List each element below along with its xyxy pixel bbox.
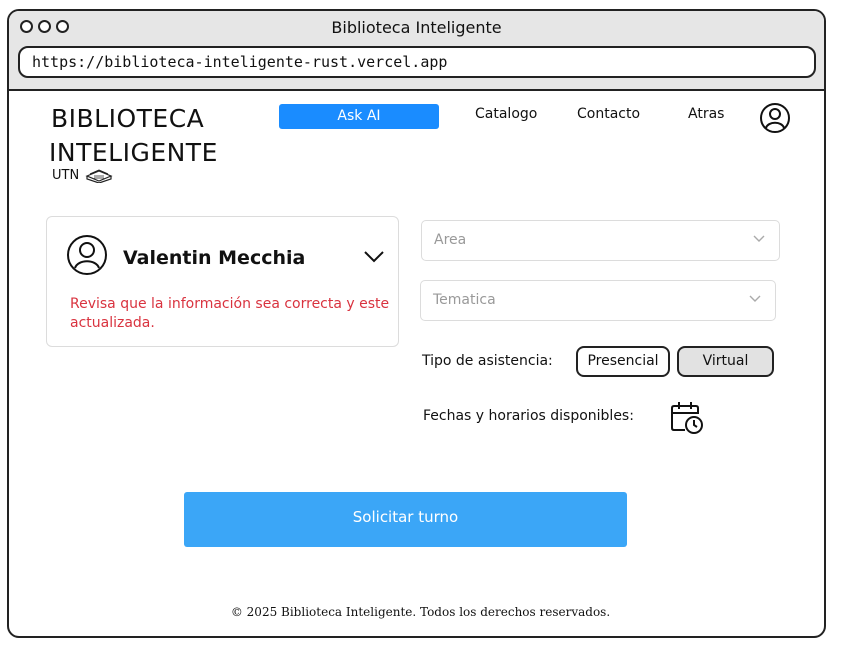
fechas-label: Fechas y horarios disponibles: <box>423 408 634 424</box>
user-profile-icon[interactable] <box>759 102 791 134</box>
title-bar: Biblioteca Inteligente https://bibliotec… <box>9 11 824 91</box>
chevron-down-icon[interactable] <box>363 250 385 264</box>
calendar-clock-icon[interactable] <box>669 400 705 436</box>
logo-line1[interactable]: BIBLIOTECA <box>51 104 204 133</box>
solicitar-turno-button[interactable]: Solicitar turno <box>184 492 627 547</box>
area-select[interactable]: Area <box>421 220 780 261</box>
ask-ai-button[interactable]: Ask AI <box>279 104 439 129</box>
tematica-placeholder: Tematica <box>433 292 496 308</box>
validation-message: Revisa que la información sea correcta y… <box>70 296 390 331</box>
user-name: Valentin Mecchia <box>123 247 306 269</box>
logo-subtitle: UTN <box>52 167 113 183</box>
avatar-icon <box>67 235 107 275</box>
logo-line2[interactable]: INTELIGENTE <box>49 138 218 167</box>
nav-catalogo[interactable]: Catalogo <box>475 106 537 122</box>
presencial-option[interactable]: Presencial <box>576 346 670 377</box>
utn-label: UTN <box>52 167 80 183</box>
url-bar[interactable]: https://biblioteca-inteligente-rust.verc… <box>18 46 816 78</box>
virtual-option[interactable]: Virtual <box>677 346 774 377</box>
tematica-select[interactable]: Tematica <box>420 280 776 321</box>
footer-text: © 2025 Biblioteca Inteligente. Todos los… <box>230 605 611 619</box>
chevron-down-icon <box>753 235 765 242</box>
asistencia-label: Tipo de asistencia: <box>422 353 553 369</box>
chevron-down-icon <box>749 295 761 302</box>
window-title: Biblioteca Inteligente <box>331 18 502 37</box>
nav-atras[interactable]: Atras <box>688 106 724 122</box>
user-card: Valentin Mecchia Revisa que la informaci… <box>46 216 399 347</box>
books-icon <box>85 169 113 183</box>
area-placeholder: Area <box>434 232 467 248</box>
nav-contacto[interactable]: Contacto <box>577 106 640 122</box>
